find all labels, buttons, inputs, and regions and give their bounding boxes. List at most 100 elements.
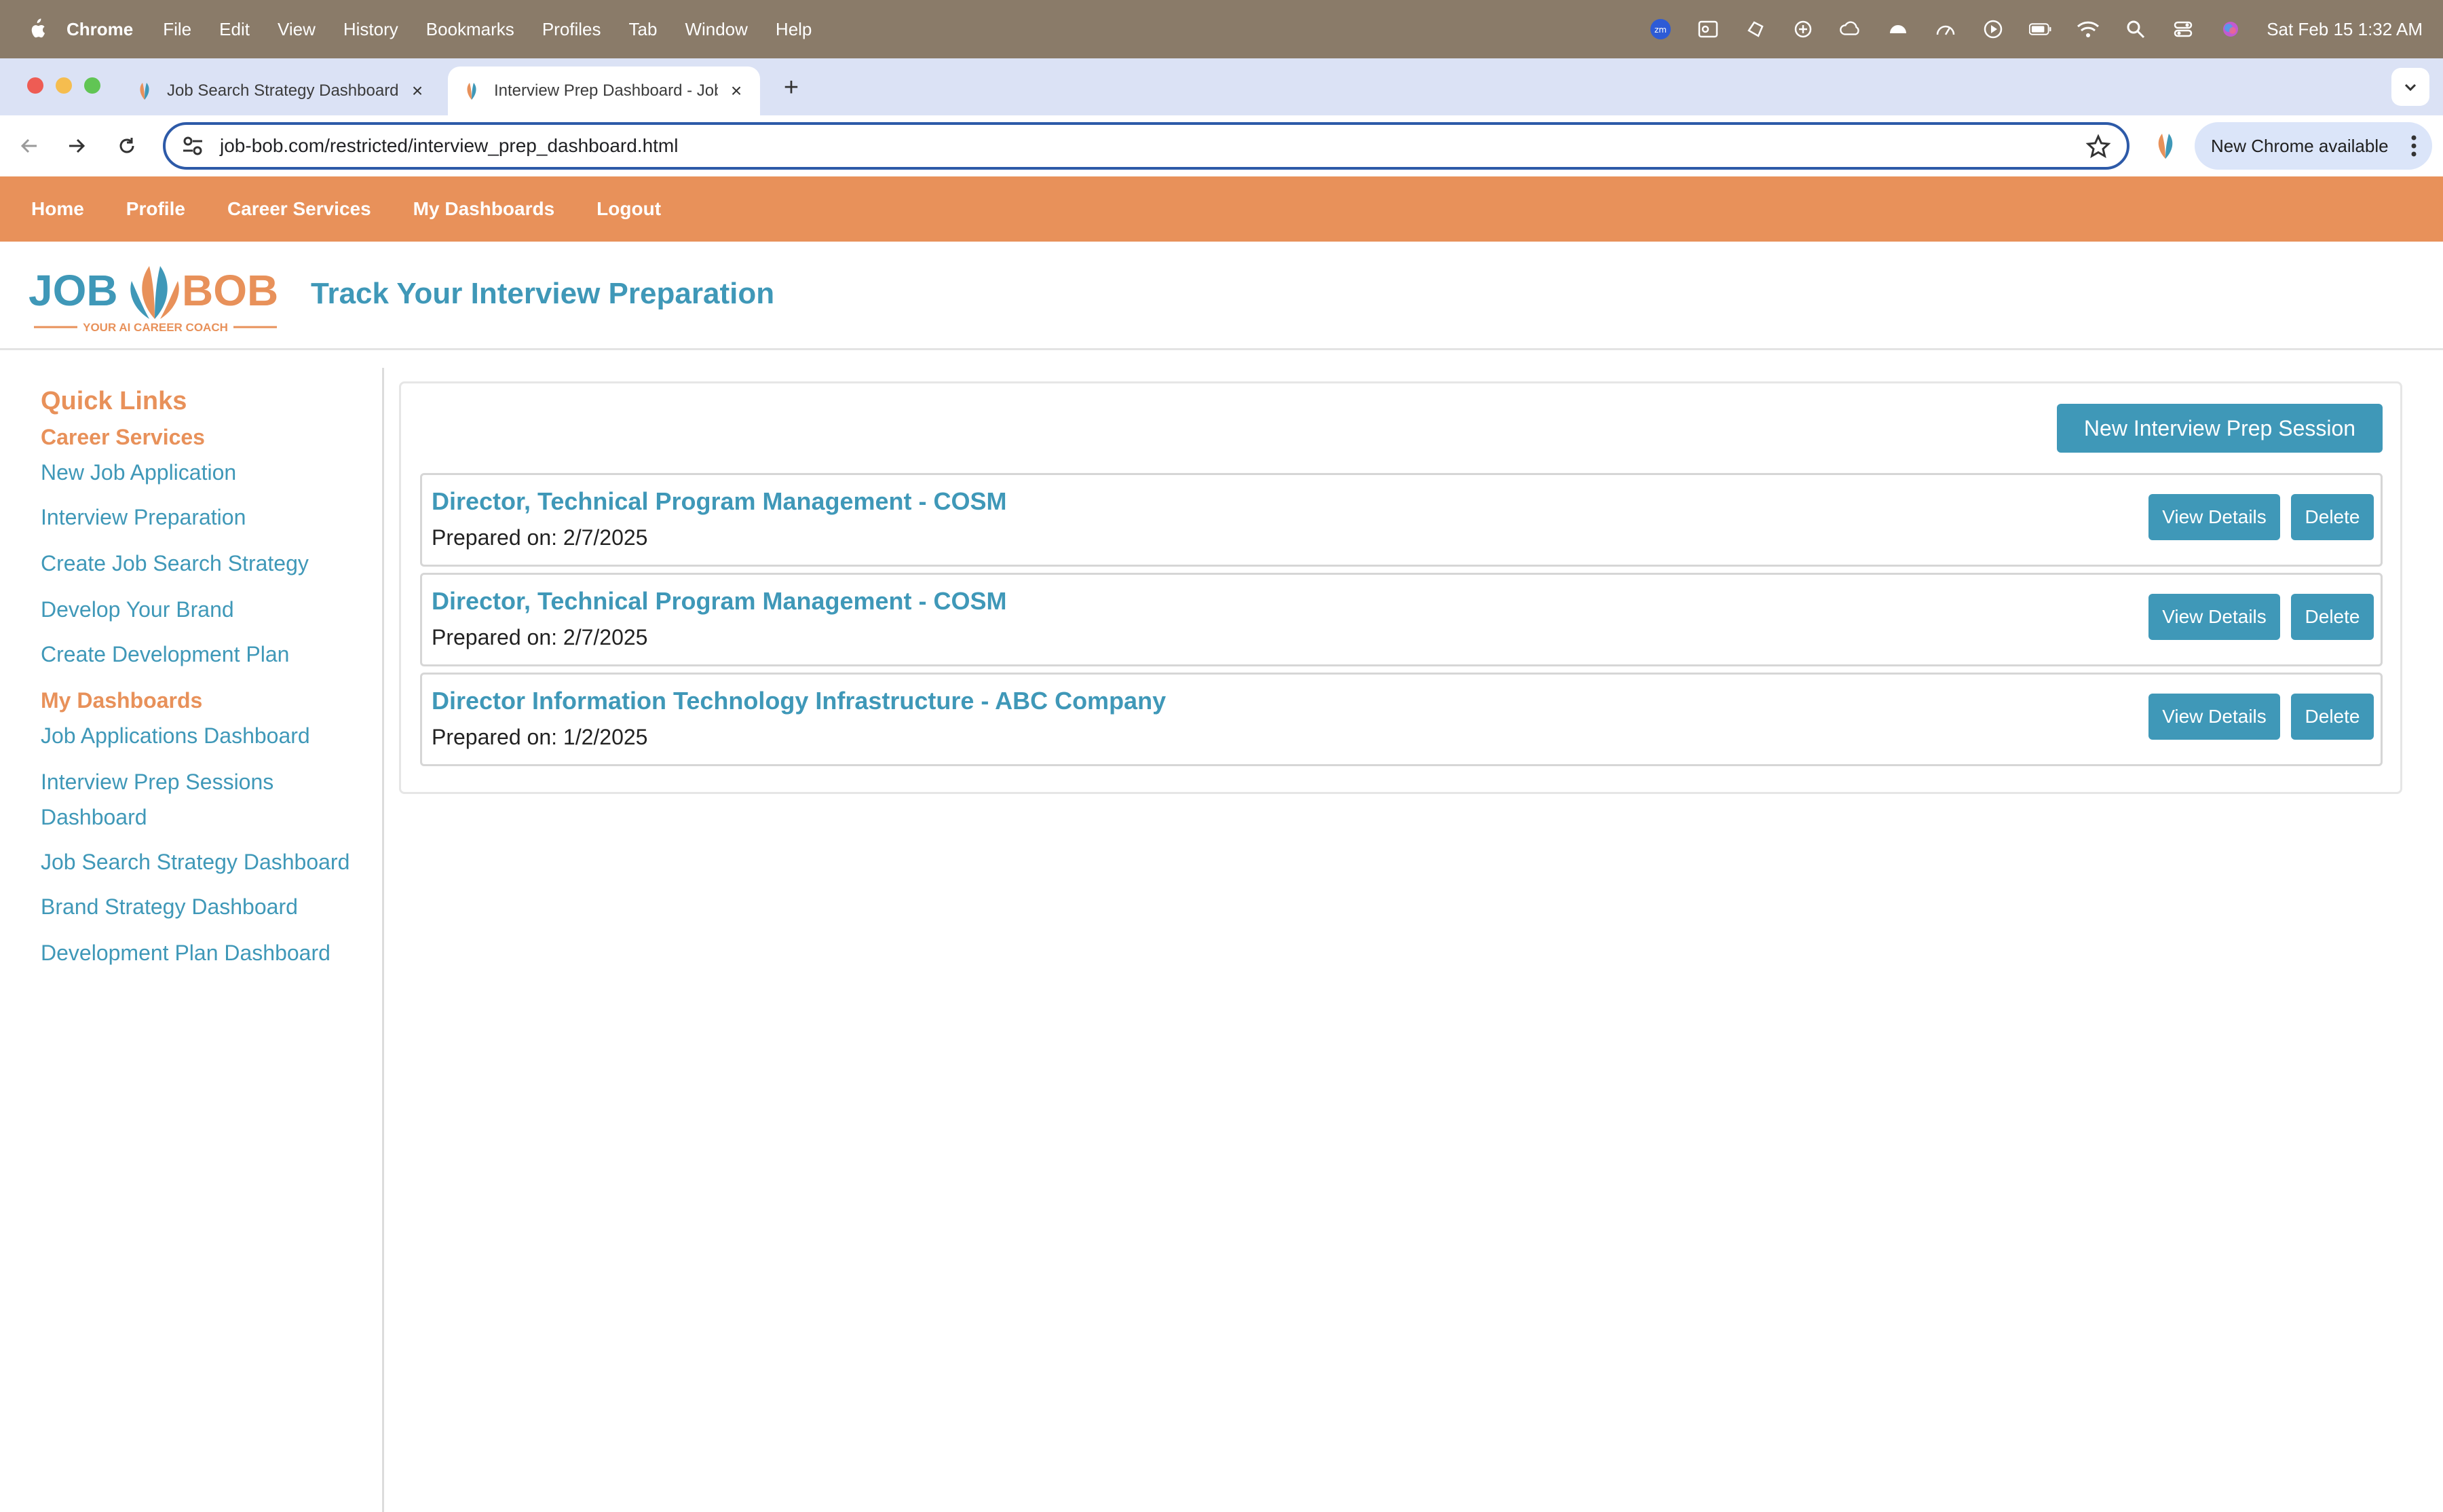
browser-tab-strip: Job Search Strategy Dashboard × Intervie… (0, 58, 2443, 115)
cloud-icon[interactable] (1839, 18, 1862, 41)
site-settings-icon[interactable] (179, 132, 206, 159)
delete-button[interactable]: Delete (2291, 494, 2374, 540)
session-prepared-date: Prepared on: 1/2/2025 (432, 725, 648, 749)
my-dashboards-heading: My Dashboards (41, 688, 203, 713)
interview-sessions-panel: New Interview Prep Session Director, Tec… (399, 381, 2402, 794)
view-details-button[interactable]: View Details (2148, 694, 2280, 740)
menu-profiles[interactable]: Profiles (542, 19, 601, 40)
arrow-left-icon (20, 138, 37, 153)
gauge-icon[interactable] (1934, 18, 1957, 41)
menu-view[interactable]: View (278, 19, 316, 40)
menu-file[interactable]: File (163, 19, 191, 40)
arrow-right-icon (69, 138, 86, 153)
reload-icon (119, 138, 134, 153)
macos-menu-bar: Chrome File Edit View History Bookmarks … (0, 0, 2443, 58)
nav-career-services[interactable]: Career Services (227, 198, 371, 220)
page-title: Track Your Interview Preparation (311, 277, 775, 310)
quick-links-heading: Quick Links (41, 387, 187, 415)
svg-text:zm: zm (1654, 25, 1667, 35)
logo-bob-text: BOB (182, 266, 278, 315)
siri-icon[interactable] (2219, 18, 2242, 41)
url-text[interactable]: job-bob.com/restricted/interview_prep_da… (220, 135, 678, 157)
window-minimize-button[interactable] (56, 77, 72, 94)
play-icon[interactable] (1982, 18, 2005, 41)
address-bar[interactable]: job-bob.com/restricted/interview_prep_da… (163, 122, 2129, 170)
tab-title: Interview Prep Dashboard - Job Bob (494, 81, 718, 100)
window-close-button[interactable] (27, 77, 43, 94)
session-title[interactable]: Director Information Technology Infrastr… (432, 687, 1166, 715)
control-center-icon[interactable] (2172, 18, 2195, 41)
bookmark-star-icon[interactable] (2085, 133, 2112, 160)
delete-button[interactable]: Delete (2291, 594, 2374, 640)
menu-bar-status-area: zm Sat Feb 15 1:32 AM (1625, 0, 2423, 58)
tab-interview-prep-dashboard[interactable]: Interview Prep Dashboard - Job Bob × (448, 67, 760, 115)
menu-tab[interactable]: Tab (629, 19, 658, 40)
wifi-icon[interactable] (2077, 18, 2100, 41)
list-item: Director Information Technology Infrastr… (420, 673, 2383, 766)
hand-icon[interactable] (1744, 18, 1767, 41)
zoom-icon[interactable]: zm (1649, 18, 1672, 41)
link-brand-strategy-dashboard[interactable]: Brand Strategy Dashboard (41, 889, 366, 924)
new-interview-prep-session-button[interactable]: New Interview Prep Session (2057, 404, 2383, 453)
session-prepared-date: Prepared on: 2/7/2025 (432, 525, 648, 550)
quick-links-sidebar: Quick Links Career Services New Job Appl… (0, 368, 384, 1512)
link-develop-your-brand[interactable]: Develop Your Brand (41, 592, 366, 627)
nav-my-dashboards[interactable]: My Dashboards (413, 198, 555, 220)
career-services-heading: Career Services (41, 425, 205, 449)
jobbob-favicon-icon (467, 83, 476, 100)
menu-help[interactable]: Help (776, 19, 812, 40)
cloud-sync-icon[interactable] (1792, 18, 1815, 41)
jobbob-logo[interactable]: JOB BOB YOUR AI CAREER COACH (26, 254, 284, 335)
link-job-search-strategy-dashboard[interactable]: Job Search Strategy Dashboard (41, 844, 366, 880)
menu-app-name[interactable]: Chrome (67, 19, 133, 40)
session-title[interactable]: Director, Technical Program Management -… (432, 587, 1007, 616)
link-interview-preparation[interactable]: Interview Preparation (41, 499, 366, 535)
battery-icon[interactable] (2029, 18, 2052, 41)
menu-edit[interactable]: Edit (219, 19, 250, 40)
delete-button[interactable]: Delete (2291, 694, 2374, 740)
new-tab-button[interactable]: + (778, 73, 805, 102)
window-zoom-button[interactable] (84, 77, 100, 94)
chevron-down-icon (2404, 83, 2417, 92)
site-nav-bar: Home Profile Career Services My Dashboar… (0, 176, 2443, 242)
view-details-button[interactable]: View Details (2148, 594, 2280, 640)
nav-profile[interactable]: Profile (126, 198, 185, 220)
close-icon[interactable]: × (726, 80, 746, 102)
link-job-applications-dashboard[interactable]: Job Applications Dashboard (41, 718, 366, 753)
link-development-plan-dashboard[interactable]: Development Plan Dashboard (41, 935, 366, 970)
logo-tagline: YOUR AI CAREER COACH (83, 321, 228, 334)
weather-icon[interactable] (1887, 18, 1910, 41)
tab-search-button[interactable] (2391, 68, 2429, 106)
update-label: New Chrome available (2211, 135, 2389, 156)
site-header: JOB BOB YOUR AI CAREER COACH Track Your … (0, 242, 2443, 350)
list-item: Director, Technical Program Management -… (420, 473, 2383, 567)
more-vertical-icon (2411, 135, 2417, 157)
nav-home[interactable]: Home (31, 198, 84, 220)
link-create-development-plan[interactable]: Create Development Plan (41, 637, 366, 672)
link-new-job-application[interactable]: New Job Application (41, 455, 366, 490)
menu-history[interactable]: History (343, 19, 398, 40)
back-button[interactable] (14, 130, 45, 162)
jobbob-extension-icon[interactable] (2150, 130, 2181, 162)
menu-bookmarks[interactable]: Bookmarks (426, 19, 514, 40)
reload-button[interactable] (111, 130, 143, 162)
view-details-button[interactable]: View Details (2148, 494, 2280, 540)
outlook-icon[interactable] (1697, 18, 1720, 41)
list-item: Director, Technical Program Management -… (420, 573, 2383, 666)
spotlight-icon[interactable] (2124, 18, 2147, 41)
link-create-job-search-strategy[interactable]: Create Job Search Strategy (41, 546, 366, 581)
link-interview-prep-sessions-dashboard[interactable]: Interview Prep Sessions Dashboard (41, 764, 312, 835)
session-prepared-date: Prepared on: 2/7/2025 (432, 625, 648, 649)
tab-title: Job Search Strategy Dashboard (167, 81, 398, 100)
forward-button[interactable] (61, 130, 92, 162)
browser-toolbar: job-bob.com/restricted/interview_prep_da… (0, 115, 2443, 176)
menu-window[interactable]: Window (685, 19, 747, 40)
new-chrome-available-button[interactable]: New Chrome available (2195, 122, 2432, 170)
tab-job-search-strategy[interactable]: Job Search Strategy Dashboard × (121, 67, 441, 115)
nav-logout[interactable]: Logout (596, 198, 661, 220)
close-icon[interactable]: × (407, 80, 428, 102)
session-title[interactable]: Director, Technical Program Management -… (432, 487, 1007, 516)
menu-bar-clock[interactable]: Sat Feb 15 1:32 AM (2267, 19, 2423, 40)
apple-icon[interactable] (27, 18, 46, 40)
jobbob-favicon-icon (140, 83, 149, 100)
